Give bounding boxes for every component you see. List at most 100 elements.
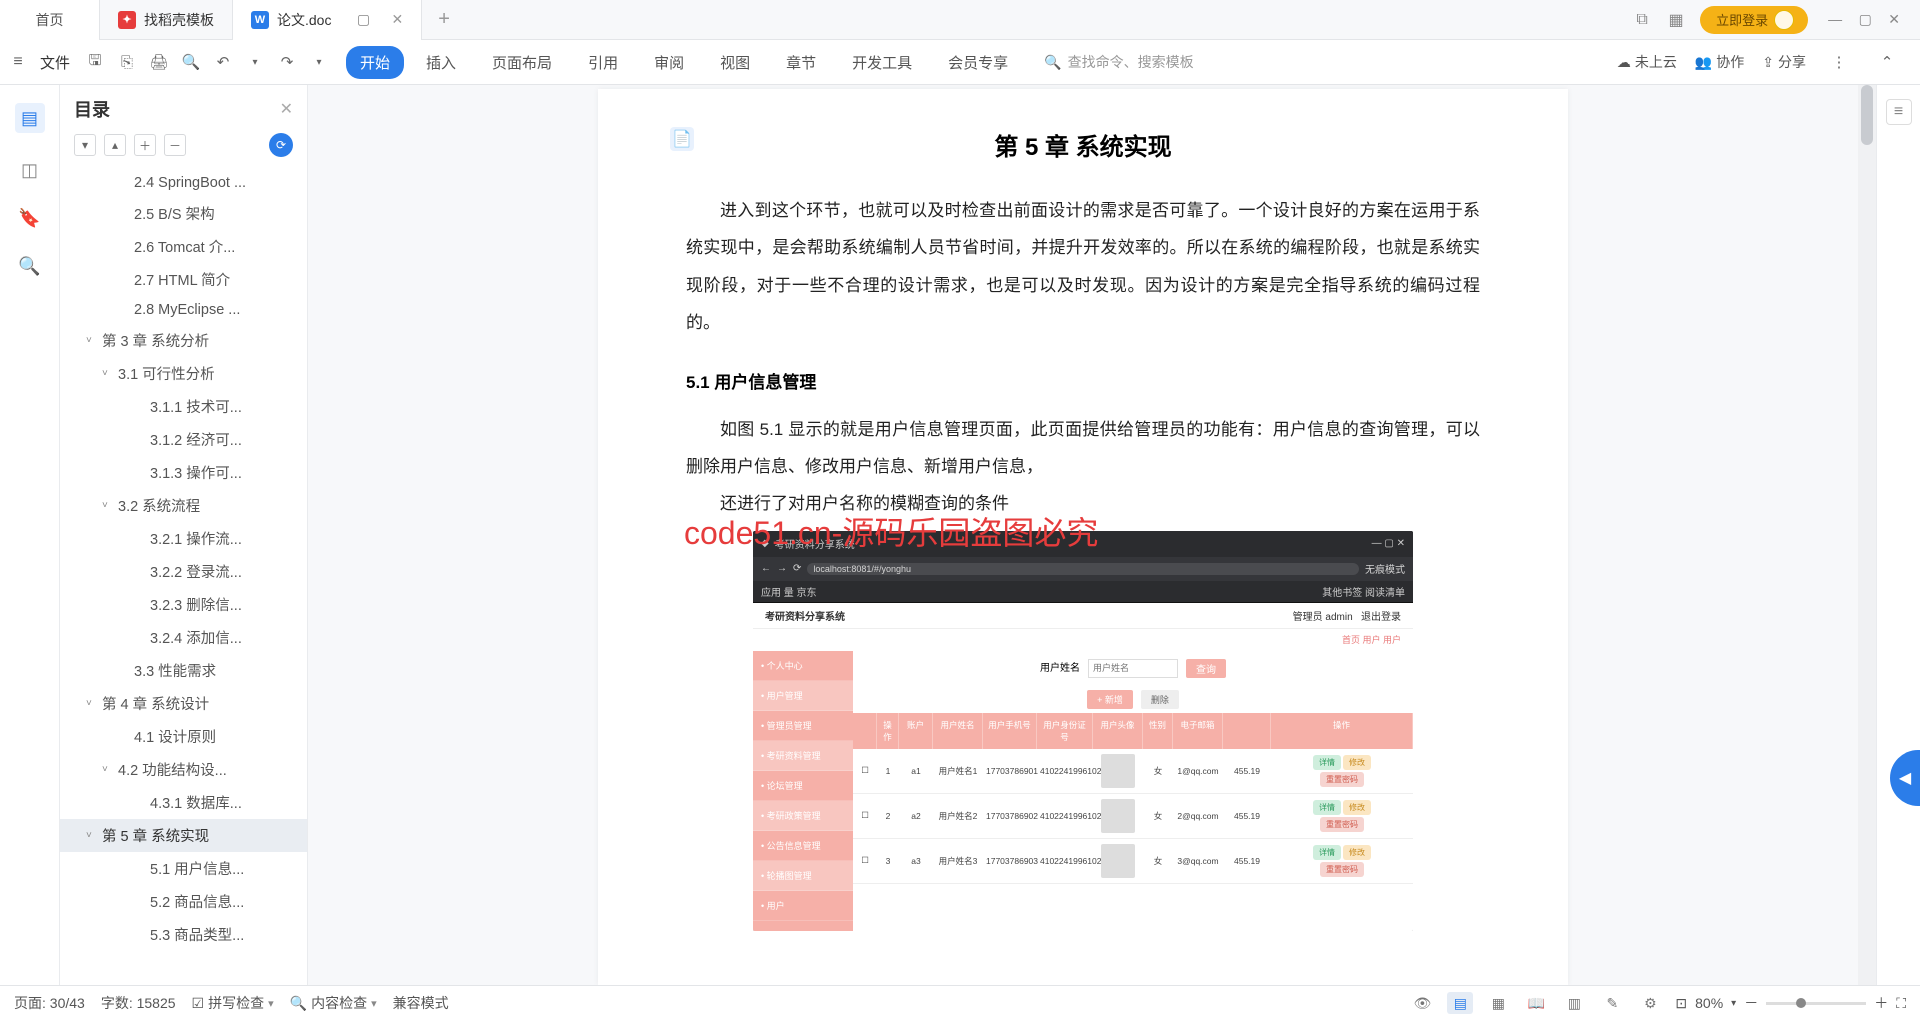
close-window-icon[interactable]: ✕ [1882, 11, 1906, 27]
apps-icon[interactable]: ▦ [1666, 12, 1686, 28]
outline-item[interactable]: ˅第 5 章 系统实现 [60, 819, 307, 852]
nav-icon[interactable]: ◫ [19, 159, 41, 181]
outline-close-icon[interactable]: ✕ [280, 99, 293, 119]
share-button[interactable]: ⇪分享 [1762, 52, 1806, 72]
sb-page[interactable]: 页面: 30/43 [14, 993, 85, 1013]
outline-item[interactable]: ˅3.2 系统流程 [60, 489, 307, 522]
ribbon-tab-dev[interactable]: 开发工具 [838, 46, 926, 79]
outline-item-label: 3.2.1 操作流... [150, 528, 242, 549]
outline-item[interactable]: 2.7 HTML 简介 [60, 263, 307, 296]
undo-icon[interactable]: ↶ [208, 47, 238, 77]
sb-compat[interactable]: 兼容模式 [393, 993, 449, 1013]
find-icon[interactable]: 🔍 [19, 255, 41, 277]
outline-item[interactable]: 2.5 B/S 架构 [60, 197, 307, 230]
sb-spellcheck[interactable]: ☑拼写检查 [192, 993, 274, 1013]
tab-present-icon[interactable]: ▢ [353, 12, 373, 28]
file-menu[interactable]: 文件 [32, 52, 78, 73]
outline-item[interactable]: 3.2.1 操作流... [60, 522, 307, 555]
zoom-value: 80% [1695, 995, 1723, 1011]
outline-item[interactable]: 2.6 Tomcat 介... [60, 230, 307, 263]
outline-item[interactable]: 3.3 性能需求 [60, 654, 307, 687]
undo-more-icon[interactable]: ▾ [240, 47, 270, 77]
outline-item[interactable]: 4.1 设计原则 [60, 720, 307, 753]
collapse-ribbon-icon[interactable]: ⌃ [1872, 47, 1902, 77]
collapse-all-icon[interactable]: ▾ [74, 134, 96, 156]
zoom-in-icon[interactable]: ＋ [1874, 993, 1888, 1013]
outline-item[interactable]: 3.1.3 操作可... [60, 456, 307, 489]
ribbon-tab-insert[interactable]: 插入 [412, 46, 470, 79]
remove-heading-icon[interactable]: － [164, 134, 186, 156]
emb-table: 操作账户用户姓名用户手机号用户身份证号用户头像性别电子邮箱操作 ☐1a1用户姓名… [853, 713, 1413, 931]
outline-item[interactable]: ˅第 3 章 系统分析 [60, 324, 307, 357]
outline-icon[interactable]: ▤ [15, 103, 45, 133]
export-icon[interactable]: ⎘ [112, 47, 142, 77]
outline-item[interactable]: ˅3.1 可行性分析 [60, 357, 307, 390]
outline-item[interactable]: 5.3 商品类型... [60, 918, 307, 951]
preview-icon[interactable]: 🔍 [176, 47, 206, 77]
outline-item[interactable]: 2.8 MyEclipse ... [60, 296, 307, 324]
more-icon[interactable]: ⋮ [1824, 47, 1854, 77]
zoom-slider[interactable] [1766, 1002, 1866, 1005]
outline-item[interactable]: 5.2 商品信息... [60, 885, 307, 918]
sync-icon[interactable]: ⟳ [269, 133, 293, 157]
tab-document[interactable]: W 论文.doc ▢ ✕ [233, 0, 422, 40]
document-viewport[interactable]: 📄 第 5 章 系统实现 进入到这个环节，也就可以及时检查出前面设计的需求是否可… [308, 85, 1858, 985]
outline-item[interactable]: 3.2.4 添加信... [60, 621, 307, 654]
maximize-icon[interactable]: ▢ [1853, 11, 1878, 27]
outline-item[interactable]: 3.1.1 技术可... [60, 390, 307, 423]
view-outline-icon[interactable]: ▦ [1485, 992, 1511, 1014]
login-button[interactable]: 立即登录 [1700, 6, 1808, 34]
ribbon-tab-start[interactable]: 开始 [346, 46, 404, 79]
edit-mode-icon[interactable]: ✎ [1599, 992, 1625, 1014]
sb-content-check[interactable]: 🔍内容检查 [290, 993, 377, 1013]
ribbon-tab-layout[interactable]: 页面布局 [478, 46, 566, 79]
outline-item[interactable]: ˅第 4 章 系统设计 [60, 687, 307, 720]
outline-item[interactable]: 3.1.2 经济可... [60, 423, 307, 456]
ribbon-tab-ref[interactable]: 引用 [574, 46, 632, 79]
zoom-out-icon[interactable]: － [1744, 993, 1758, 1013]
settings-icon[interactable]: ⚙ [1637, 992, 1663, 1014]
ribbon-tab-view[interactable]: 视图 [706, 46, 764, 79]
print-icon[interactable]: 🖨 [144, 47, 174, 77]
ribbon-tab-review[interactable]: 审阅 [640, 46, 698, 79]
outline-item[interactable]: 4.3.1 数据库... [60, 786, 307, 819]
paragraph-tool-icon[interactable]: 📄 [670, 127, 694, 151]
save-icon[interactable]: 🖫 [80, 47, 110, 77]
outline-item[interactable]: 3.2.2 登录流... [60, 555, 307, 588]
vertical-scrollbar[interactable] [1858, 85, 1876, 985]
view-web-icon[interactable]: ▥ [1561, 992, 1587, 1014]
outline-item[interactable]: 3.2.3 删除信... [60, 588, 307, 621]
minimize-icon[interactable]: — [1822, 11, 1848, 27]
outline-item[interactable]: ˅4.2 功能结构设... [60, 753, 307, 786]
close-icon[interactable]: ✕ [391, 11, 403, 28]
new-tab-button[interactable]: + [422, 8, 466, 31]
scrollbar-thumb[interactable] [1861, 85, 1873, 145]
zoom-thumb[interactable] [1796, 998, 1806, 1008]
expand-all-icon[interactable]: ▴ [104, 134, 126, 156]
ribbon-tab-member[interactable]: 会员专享 [934, 46, 1022, 79]
tab-template[interactable]: ✦ 找稻壳模板 [100, 0, 233, 40]
toolbox-icon[interactable]: ≡ [1886, 99, 1912, 125]
view-page-icon[interactable]: ▤ [1447, 992, 1473, 1014]
tab-home[interactable]: 首页 [0, 0, 100, 40]
zoom-control[interactable]: ⊡ 80% ▾ － ＋ ⛶ [1675, 993, 1906, 1013]
redo-icon[interactable]: ↷ [272, 47, 302, 77]
layout-icon[interactable]: ⧉ [1632, 12, 1652, 28]
hamburger-icon[interactable]: ≡ [6, 53, 30, 71]
add-heading-icon[interactable]: ＋ [134, 134, 156, 156]
zoom-fit-icon[interactable]: ⊡ [1675, 995, 1687, 1012]
cloud-status[interactable]: ☁未上云 [1617, 52, 1677, 72]
ribbon-tab-chapter[interactable]: 章节 [772, 46, 830, 79]
fullscreen-icon[interactable]: ⛶ [1896, 995, 1906, 1012]
view-read-icon[interactable]: 📖 [1523, 992, 1549, 1014]
outline-item[interactable]: 2.4 SpringBoot ... [60, 169, 307, 197]
emb-noimg-icon: 无痕模式 [1365, 561, 1405, 576]
outline-item[interactable]: 5.1 用户信息... [60, 852, 307, 885]
sb-words[interactable]: 字数: 15825 [101, 993, 176, 1013]
collab-button[interactable]: 👥协作 [1695, 52, 1744, 72]
redo-more-icon[interactable]: ▾ [304, 47, 334, 77]
eyecare-icon[interactable]: 👁 [1409, 992, 1435, 1014]
command-search[interactable]: 🔍 查找命令、搜索模板 [1044, 52, 1193, 72]
outline-item-label: 3.1.1 技术可... [150, 396, 242, 417]
bookmark-icon[interactable]: 🔖 [19, 207, 41, 229]
